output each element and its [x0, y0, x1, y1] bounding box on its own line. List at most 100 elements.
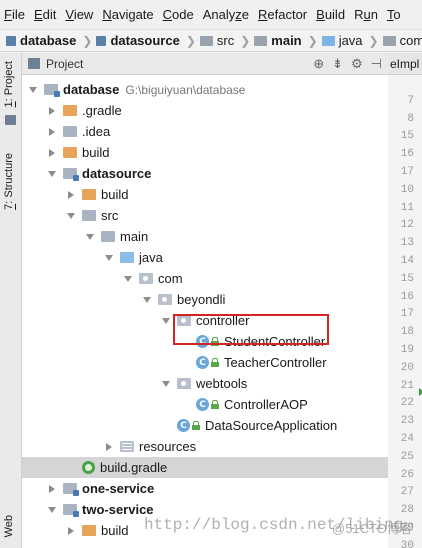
line-number: 13: [400, 237, 414, 250]
line-number: 24: [400, 433, 414, 445]
menu-item[interactable]: Navigate: [102, 7, 153, 22]
breadcrumb-item[interactable]: main: [254, 33, 302, 48]
project-tab-number: 1: [3, 101, 15, 108]
tree-node[interactable]: main: [22, 226, 388, 247]
breadcrumb-label: datasource: [110, 33, 180, 48]
tree-node-label: .idea: [82, 124, 111, 139]
expanded-arrow-icon[interactable]: [142, 295, 152, 305]
package-icon: [177, 378, 191, 389]
tree-node[interactable]: .gradle: [22, 100, 388, 121]
menu-item[interactable]: View: [65, 7, 93, 22]
menu-item[interactable]: To: [387, 7, 401, 22]
line-number: 20: [400, 361, 414, 374]
structure-tool-tab[interactable]: 7: Structure: [3, 153, 15, 210]
line-number: 10: [400, 183, 414, 196]
tree-node[interactable]: build: [22, 184, 388, 205]
menu-item[interactable]: Edit: [34, 7, 56, 22]
project-panel-header: Project ⊕ ⇟ ⚙ ⊣: [22, 53, 388, 75]
expanded-arrow-icon[interactable]: [47, 505, 57, 515]
java-class-icon: C: [196, 398, 209, 411]
menu-item[interactable]: Run: [354, 7, 378, 22]
project-tab-label: : Project: [3, 61, 15, 102]
tree-node-label: java: [139, 250, 163, 265]
access-icon: [211, 400, 219, 409]
line-number: 27: [400, 486, 414, 499]
expanded-arrow-icon[interactable]: [28, 85, 38, 95]
settings-icon[interactable]: ⚙: [351, 56, 363, 72]
breadcrumb-item[interactable]: src: [199, 33, 234, 48]
tree-node-label: resources: [139, 439, 197, 454]
tree-node[interactable]: build.gradle: [22, 457, 388, 478]
menu-item-text: iew: [73, 7, 94, 22]
folder-icon: [63, 126, 77, 137]
tree-node[interactable]: one-service: [22, 478, 388, 499]
tree-node[interactable]: webtools: [22, 373, 388, 394]
collapsed-arrow-icon[interactable]: [47, 127, 57, 137]
breadcrumb-item[interactable]: com: [382, 33, 422, 48]
menu-item-text: efactor: [267, 7, 308, 22]
menu-item-text: E: [33, 7, 43, 22]
chevron-right-icon: ❯: [368, 33, 379, 48]
tree-node[interactable]: C TeacherController: [22, 352, 388, 373]
folder-icon: [120, 252, 134, 263]
expanded-arrow-icon[interactable]: [85, 232, 95, 242]
expanded-arrow-icon[interactable]: [161, 316, 171, 326]
tree-node[interactable]: java: [22, 247, 388, 268]
project-tool-tab[interactable]: 1: Project: [3, 61, 15, 107]
tree-node[interactable]: com: [22, 268, 388, 289]
tree-node[interactable]: resources: [22, 436, 388, 457]
menu-item-text: R: [258, 7, 268, 22]
collapsed-arrow-icon[interactable]: [47, 484, 57, 494]
expanded-arrow-icon[interactable]: [104, 253, 114, 263]
expanded-arrow-icon[interactable]: [161, 379, 171, 389]
folder-icon: [82, 189, 96, 200]
tree-node-label: database: [63, 82, 120, 97]
menu-item[interactable]: Analyze: [203, 7, 249, 22]
web-tool-tab[interactable]: Web: [3, 515, 15, 537]
collapsed-arrow-icon[interactable]: [47, 148, 57, 158]
collapsed-arrow-icon[interactable]: [66, 190, 76, 200]
folder-icon: [63, 504, 79, 517]
menu-item[interactable]: Refactor: [258, 7, 307, 22]
hide-icon[interactable]: ⊣: [371, 56, 382, 72]
tree-node-label: build: [101, 523, 129, 538]
tree-node[interactable]: C ControllerAOP: [22, 394, 388, 415]
menu-item-text: uild: [324, 7, 346, 22]
expanded-arrow-icon[interactable]: [47, 169, 57, 179]
breadcrumb-item[interactable]: database: [6, 33, 76, 48]
collapsed-arrow-icon[interactable]: [47, 106, 57, 116]
menu-item[interactable]: Code: [163, 7, 194, 22]
folder-icon: [199, 35, 213, 46]
breadcrumb-item[interactable]: java: [321, 33, 363, 48]
menu-item[interactable]: File: [4, 7, 25, 22]
tree-node[interactable]: two-service: [22, 499, 388, 520]
menu-item[interactable]: Build: [316, 7, 345, 22]
expanded-arrow-icon[interactable]: [66, 211, 76, 221]
tree-node[interactable]: src: [22, 205, 388, 226]
folder-icon: [96, 35, 107, 46]
expanded-arrow-icon[interactable]: [123, 274, 133, 284]
tree-node[interactable]: build: [22, 142, 388, 163]
editor-tab[interactable]: eImpl: [388, 53, 422, 75]
line-number: 12: [400, 219, 414, 232]
watermark-logo: @51CTO博客: [332, 521, 413, 536]
collapsed-arrow-icon[interactable]: [66, 526, 76, 536]
tree-node[interactable]: .idea: [22, 121, 388, 142]
globe-icon[interactable]: ⊕: [313, 56, 324, 72]
tree-node[interactable]: beyondli: [22, 289, 388, 310]
tree-node[interactable]: database G:\biguiyuan\database: [22, 79, 388, 100]
tree-node-label: webtools: [196, 376, 248, 391]
line-number: 11: [400, 201, 414, 214]
tree-node-label: datasource: [82, 166, 152, 181]
line-number: 23: [400, 415, 414, 428]
access-icon: [192, 421, 200, 430]
collapse-icon[interactable]: ⇟: [332, 56, 343, 72]
folder-icon: [382, 35, 396, 46]
menu-item-text: ode: [172, 7, 194, 22]
menu-item-text: F: [4, 7, 12, 22]
package-icon: [139, 273, 153, 284]
tree-node[interactable]: C DataSourceApplication: [22, 415, 388, 436]
tree-node[interactable]: datasource: [22, 163, 388, 184]
breadcrumb-item[interactable]: datasource: [96, 33, 180, 48]
collapsed-arrow-icon[interactable]: [104, 442, 114, 452]
